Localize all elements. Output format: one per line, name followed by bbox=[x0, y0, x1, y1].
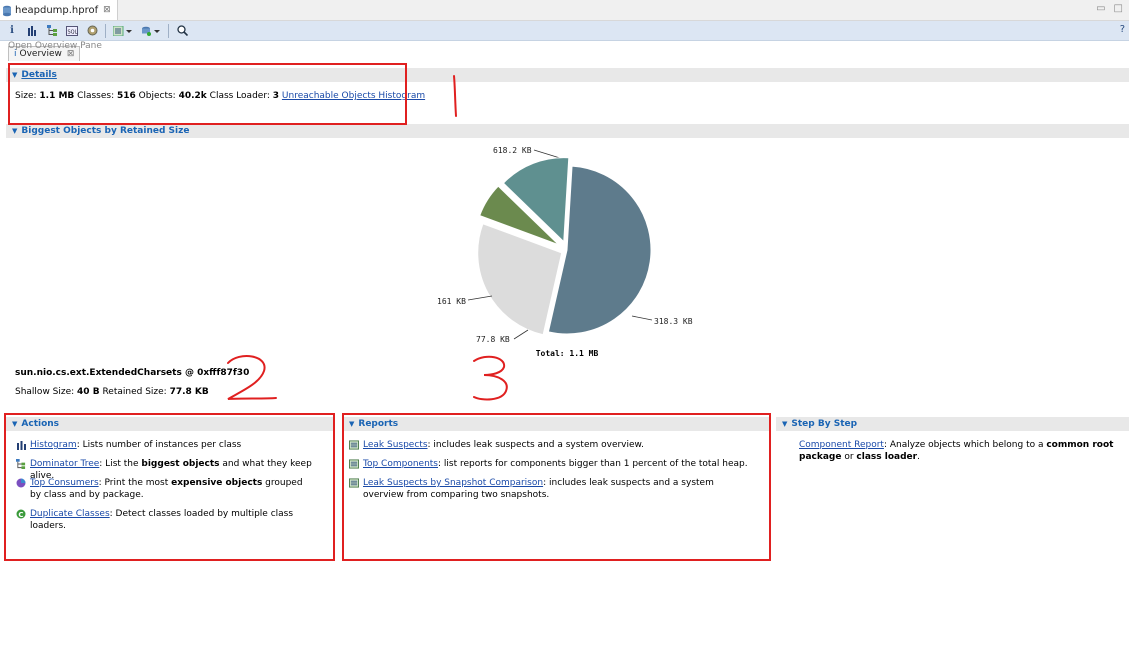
toolbar-separator bbox=[168, 23, 169, 38]
editor-tab-title: heapdump.hprof bbox=[15, 4, 99, 16]
annotation-number-2 bbox=[227, 355, 277, 400]
run-report-icon[interactable] bbox=[112, 24, 134, 38]
window-controls: ▭ □ bbox=[1096, 3, 1123, 14]
query-browser-icon[interactable] bbox=[140, 24, 162, 38]
retained-size-pie-chart[interactable]: 618.2 KB 318.3 KB 77.8 KB 161 KB Total: 1.1 … bbox=[410, 138, 730, 368]
component-report-link[interactable]: Component Report bbox=[799, 440, 884, 450]
section-title: Step By Step bbox=[791, 419, 858, 429]
maximize-icon[interactable]: □ bbox=[1114, 3, 1123, 14]
collapse-toggle-icon[interactable]: ▼ bbox=[12, 127, 17, 135]
step-component-report: Component Report: Analyze objects which … bbox=[799, 440, 1114, 462]
toolbar-separator bbox=[105, 23, 106, 38]
svg-text:SQL: SQL bbox=[68, 29, 78, 35]
pie-total-label: Total: 1.1 MB bbox=[536, 349, 599, 358]
help-icon[interactable]: ? bbox=[1120, 24, 1125, 35]
toolbar: i SQL bbox=[0, 21, 1129, 41]
pie-leader-line bbox=[513, 329, 529, 340]
section-header-step-by-step[interactable]: ▼ Step By Step bbox=[776, 417, 1129, 431]
tooltip-open-overview-pane: Open Overview Pane bbox=[8, 41, 102, 51]
pie-slice-label: 618.2 KB bbox=[493, 146, 532, 155]
selected-object-name: sun.nio.cs.ext.ExtendedCharsets @ 0xfff8… bbox=[15, 368, 250, 378]
annotation-box-reports bbox=[342, 413, 771, 561]
minimize-icon[interactable]: ▭ bbox=[1096, 3, 1105, 14]
section-title: Biggest Objects by Retained Size bbox=[21, 126, 190, 136]
close-icon[interactable]: ⊠ bbox=[103, 5, 111, 15]
pie-slice-label: 161 KB bbox=[437, 297, 466, 306]
heap-dump-file-icon bbox=[2, 5, 12, 16]
info-icon[interactable]: i bbox=[5, 24, 19, 38]
search-icon[interactable] bbox=[175, 24, 189, 38]
pie-slice-label: 318.3 KB bbox=[654, 317, 693, 326]
collapse-toggle-icon[interactable]: ▼ bbox=[782, 420, 787, 428]
section-header-biggest-objects[interactable]: ▼ Biggest Objects by Retained Size bbox=[6, 124, 1129, 138]
editor-tab-heapdump[interactable]: heapdump.hprof ⊠ bbox=[0, 0, 118, 20]
histogram-icon[interactable] bbox=[25, 24, 39, 38]
editor-tab-bar: heapdump.hprof ⊠ ▭ □ bbox=[0, 0, 1129, 21]
pie-leader-line bbox=[467, 295, 493, 301]
annotation-number-1 bbox=[453, 75, 457, 117]
annotation-box-actions bbox=[4, 413, 335, 561]
pie-slice-label: 77.8 KB bbox=[476, 335, 510, 344]
annotation-box-details bbox=[8, 63, 407, 125]
oql-icon[interactable]: SQL bbox=[65, 24, 79, 38]
dominator-tree-icon[interactable] bbox=[45, 24, 59, 38]
pie-leader-line bbox=[533, 149, 561, 159]
thread-overview-icon[interactable] bbox=[85, 24, 99, 38]
selected-object-sizes: Shallow Size: 40 B Retained Size: 77.8 K… bbox=[15, 387, 209, 397]
annotation-number-3 bbox=[473, 355, 508, 401]
pie-leader-line bbox=[631, 315, 653, 321]
